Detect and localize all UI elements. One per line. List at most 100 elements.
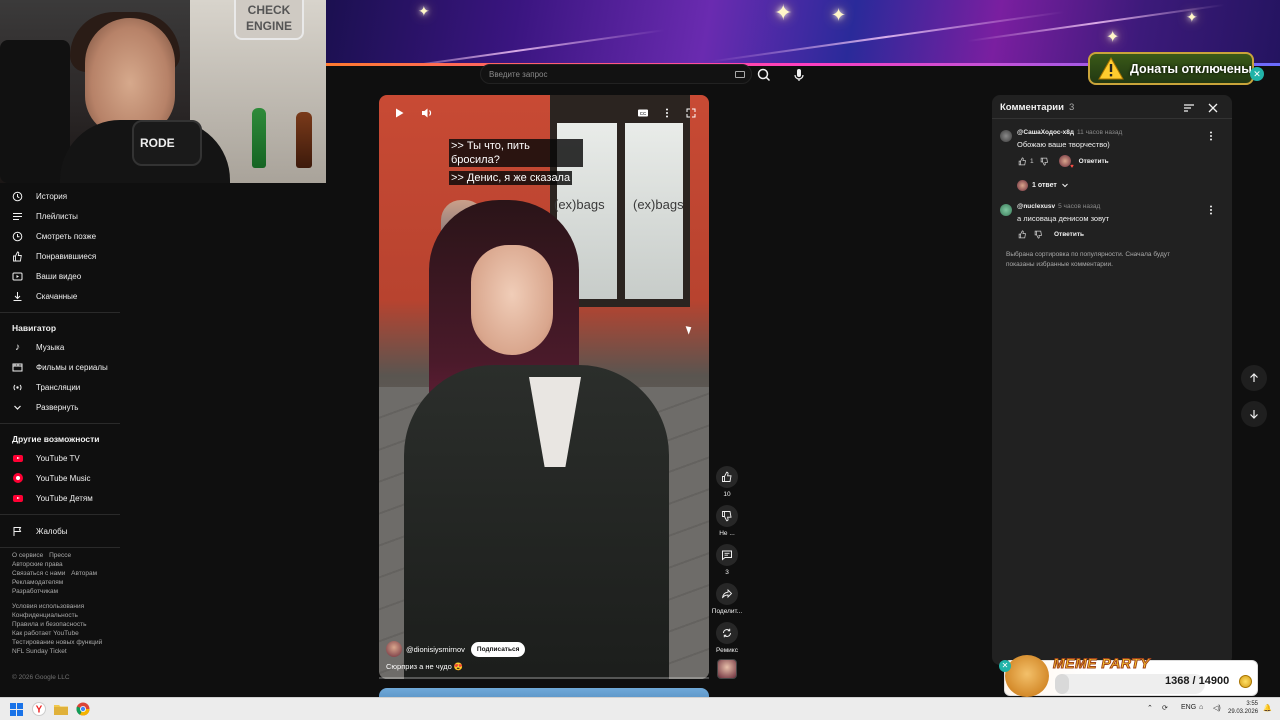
footer-link[interactable]: Конфиденциальность — [12, 612, 78, 619]
arrow-down-icon — [1250, 410, 1258, 419]
clock[interactable]: 3:55 29.03.2026 — [1228, 700, 1258, 716]
goal-progress-fill — [1055, 674, 1069, 694]
comments-button[interactable] — [716, 544, 738, 566]
notifications-icon[interactable]: 🔔 — [1263, 704, 1272, 712]
network-icon[interactable]: ⌂ — [1199, 704, 1203, 711]
comment-avatar[interactable] — [1000, 130, 1012, 142]
like-button[interactable] — [716, 466, 738, 488]
volume-icon[interactable] — [417, 103, 437, 123]
keyboard-icon[interactable] — [735, 71, 745, 78]
more-icon[interactable] — [1208, 203, 1214, 215]
more-icon[interactable] — [1208, 129, 1214, 141]
sort-icon[interactable] — [1183, 101, 1195, 113]
chevron-down-icon — [12, 402, 23, 413]
comment-author[interactable]: @СашаХодос-х8д 11 часов назад — [1017, 129, 1122, 136]
sidebar-item-history[interactable]: История — [0, 186, 122, 206]
voice-search-icon[interactable] — [790, 66, 808, 84]
sidebar-item-reports[interactable]: Жалобы — [0, 521, 122, 541]
play-icon[interactable] — [389, 103, 409, 123]
sidebar-item-label: История — [36, 191, 68, 201]
chrome-icon[interactable] — [75, 701, 91, 717]
replies-toggle[interactable]: 1 ответ — [1017, 180, 1069, 191]
search-input[interactable] — [489, 67, 719, 82]
channel-name[interactable]: @dionisiysmirnov — [406, 645, 465, 654]
close-icon[interactable] — [1207, 101, 1219, 113]
sidebar-item-downloads[interactable]: Скачанные — [0, 286, 122, 306]
remix-button[interactable] — [716, 622, 738, 644]
youtube-kids-icon — [12, 493, 23, 504]
sidebar-item-youtube-music[interactable]: YouTube Music — [0, 468, 122, 488]
donations-disabled-banner: Донаты отключены — [1088, 52, 1254, 85]
comment-author[interactable]: @nuclexusv 5 часов назад — [1017, 203, 1100, 210]
tray-chevron-icon[interactable]: ⌃ — [1147, 704, 1153, 712]
footer-link[interactable]: Как работает YouTube — [12, 630, 79, 637]
sidebar-item-live[interactable]: Трансляции — [0, 377, 122, 397]
sidebar-item-movies[interactable]: Фильмы и сериалы — [0, 357, 122, 377]
language-indicator[interactable]: ENG — [1181, 704, 1196, 711]
thumbs-down-icon[interactable] — [1040, 156, 1050, 166]
remix-action: Ремикс — [716, 622, 738, 654]
subscribe-button[interactable]: Подписаться — [470, 641, 526, 657]
footer-link[interactable]: Связаться с нами — [12, 570, 65, 577]
footer-link[interactable]: Авторские права — [12, 561, 63, 568]
windows-start-icon[interactable] — [8, 701, 24, 717]
video-caption[interactable]: Сюрприз а не чудо 😍 — [386, 662, 463, 671]
thumbs-down-icon[interactable] — [1033, 229, 1043, 239]
footer-link[interactable]: Авторам — [71, 570, 97, 577]
comments-action: 3 — [716, 544, 738, 576]
sidebar-divider — [0, 312, 120, 313]
share-label: Поделит... — [711, 608, 743, 615]
file-explorer-icon[interactable] — [53, 701, 69, 717]
sound-thumbnail[interactable] — [717, 659, 737, 679]
sidebar-item-playlists[interactable]: Плейлисты — [0, 206, 122, 226]
comment-avatar[interactable] — [1000, 204, 1012, 216]
reply-button[interactable]: Ответить — [1079, 158, 1109, 165]
footer-link[interactable]: Тестирование новых функций — [12, 639, 102, 646]
share-action: Поделит... — [712, 583, 742, 615]
footer-link[interactable]: Разработчикам — [12, 588, 58, 595]
footer-link[interactable]: Рекламодателям — [12, 579, 63, 586]
comments-header: Комментарии 3 — [992, 95, 1232, 119]
sidebar-item-watch-later[interactable]: Смотреть позже — [0, 226, 122, 246]
sidebar-item-expand[interactable]: Развернуть — [0, 397, 122, 417]
sidebar-item-music[interactable]: ♪ Музыка — [0, 337, 122, 357]
footer-link[interactable]: Условия использования — [12, 603, 84, 610]
comment-actions: 1 Ответить — [1017, 155, 1109, 170]
footer-link[interactable]: Прессе — [49, 552, 71, 559]
video-progress-bar[interactable] — [379, 677, 709, 679]
overlay-close-icon[interactable]: ✕ — [1250, 67, 1264, 81]
shop-sign: (ex)bags — [554, 197, 605, 212]
youtube-tv-icon — [12, 453, 23, 464]
footer-link[interactable]: Правила и безопасность — [12, 621, 86, 628]
share-icon — [722, 588, 733, 599]
more-icon[interactable] — [657, 103, 677, 123]
sidebar-item-liked[interactable]: Понравившиеся — [0, 246, 122, 266]
next-short-button[interactable] — [1241, 401, 1267, 427]
dislike-button[interactable] — [716, 505, 738, 527]
sidebar-item-label: Ваши видео — [36, 271, 82, 281]
search-box[interactable] — [480, 64, 752, 84]
volume-icon[interactable]: ◁) — [1213, 704, 1221, 712]
footer-link[interactable]: О сервисе — [12, 552, 43, 559]
previous-short-button[interactable] — [1241, 365, 1267, 391]
sidebar-item-your-videos[interactable]: Ваши видео — [0, 266, 122, 286]
your-videos-icon — [12, 271, 23, 282]
reply-button[interactable]: Ответить — [1054, 231, 1084, 238]
captions-icon[interactable]: CC — [633, 103, 653, 123]
sidebar-item-label: Фильмы и сериалы — [36, 362, 108, 372]
movies-icon — [12, 362, 23, 373]
share-button[interactable] — [716, 583, 738, 605]
fullscreen-icon[interactable] — [681, 103, 701, 123]
thumbs-up-icon[interactable] — [1017, 156, 1027, 166]
thumbs-up-icon[interactable] — [1017, 229, 1027, 239]
overlay-close-icon[interactable]: ✕ — [999, 660, 1011, 672]
sidebar-item-youtube-tv[interactable]: YouTube TV — [0, 448, 122, 468]
tray-app-icon[interactable]: ⟳ — [1162, 704, 1168, 712]
yandex-browser-icon[interactable]: Y — [31, 701, 47, 717]
footer-link[interactable]: NFL Sunday Ticket — [12, 648, 67, 655]
search-icon[interactable] — [755, 66, 773, 84]
reply-avatar — [1017, 180, 1028, 191]
comment-icon — [722, 550, 732, 561]
channel-avatar[interactable] — [386, 641, 402, 657]
sidebar-item-youtube-kids[interactable]: YouTube Детям — [0, 488, 122, 508]
